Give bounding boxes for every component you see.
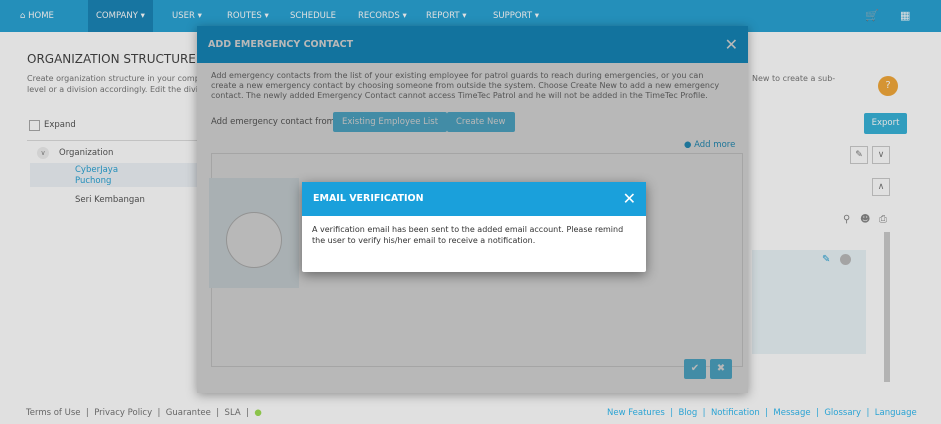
dialog-header: EMAIL VERIFICATION ✕ bbox=[302, 182, 646, 216]
footer-right-links: New Features | Blog | Notification | Mes… bbox=[607, 408, 917, 418]
footer-guarantee-link[interactable]: Guarantee bbox=[166, 408, 211, 418]
email-verification-dialog: EMAIL VERIFICATION ✕ A verification emai… bbox=[302, 182, 646, 272]
footer-blog-link[interactable]: Blog bbox=[678, 408, 697, 418]
footer-message-link[interactable]: Message bbox=[773, 408, 810, 418]
dialog-message: A verification email has been sent to th… bbox=[312, 225, 624, 245]
footer-notification-link[interactable]: Notification bbox=[711, 408, 760, 418]
footer-terms-link[interactable]: Terms of Use bbox=[26, 408, 81, 418]
footer-privacy-link[interactable]: Privacy Policy bbox=[94, 408, 152, 418]
footer-left-links: Terms of Use | Privacy Policy | Guarante… bbox=[26, 408, 262, 418]
footer-sla-link[interactable]: SLA bbox=[225, 408, 241, 418]
dialog-title: EMAIL VERIFICATION bbox=[313, 193, 424, 204]
close-icon[interactable]: ✕ bbox=[623, 182, 636, 216]
android-icon[interactable]: ● bbox=[254, 408, 261, 418]
footer: Terms of Use | Privacy Policy | Guarante… bbox=[0, 404, 941, 424]
footer-glossary-link[interactable]: Glossary bbox=[824, 408, 861, 418]
footer-language-link[interactable]: Language bbox=[875, 408, 917, 418]
footer-new-features-link[interactable]: New Features bbox=[607, 408, 665, 418]
